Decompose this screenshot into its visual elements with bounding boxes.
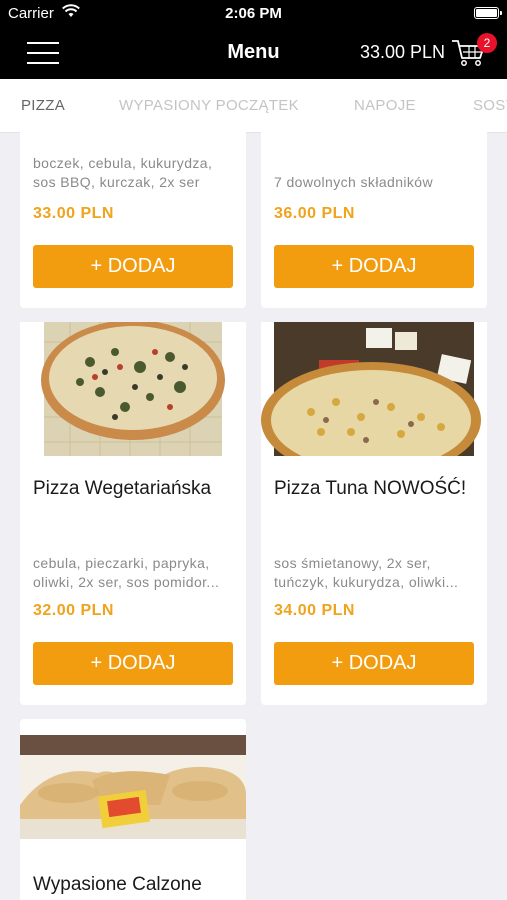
product-card: boczek, cebula, kukurydza, sos BBQ, kurc… <box>20 132 246 308</box>
product-image[interactable] <box>20 735 246 839</box>
category-tabs: PIZZA WYPASIONY POCZĄTEK NAPOJE SOSY <box>0 79 507 133</box>
product-card: Pizza Tuna NOWOŚĆ! sos śmietanowy, 2x se… <box>261 322 487 705</box>
status-bar: Carrier 2:06 PM <box>0 0 507 28</box>
tab-napoje[interactable]: NAPOJE <box>354 97 416 114</box>
product-description: boczek, cebula, kukurydza, sos BBQ, kurc… <box>33 155 213 190</box>
product-title: Wypasione Calzone <box>33 874 202 895</box>
battery-icon <box>474 7 502 19</box>
product-image[interactable] <box>261 322 487 456</box>
cart-total[interactable]: 33.00 PLN <box>360 42 445 63</box>
product-card: Pizza Wegetariańska cebula, pieczarki, p… <box>20 322 246 705</box>
add-to-cart-button[interactable]: + DODAJ <box>33 642 233 685</box>
product-price: 33.00 PLN <box>33 205 114 222</box>
product-card: Wypasione Calzone <box>20 719 246 900</box>
product-image[interactable] <box>20 322 246 456</box>
product-price: 34.00 PLN <box>274 602 355 619</box>
product-price: 32.00 PLN <box>33 602 114 619</box>
product-description: sos śmietanowy, 2x ser, tuńczyk, kukuryd… <box>274 555 459 590</box>
product-title: Pizza Wegetariańska <box>33 478 212 499</box>
add-to-cart-button[interactable]: + DODAJ <box>274 642 474 685</box>
product-grid: boczek, cebula, kukurydza, sos BBQ, kurc… <box>0 132 507 900</box>
add-to-cart-button[interactable]: + DODAJ <box>33 245 233 288</box>
product-description: 7 dowolnych składników <box>274 174 433 190</box>
cart-count-badge: 2 <box>477 33 497 53</box>
product-price: 36.00 PLN <box>274 205 355 222</box>
product-card: 7 dowolnych składników 36.00 PLN + DODAJ <box>261 132 487 308</box>
product-title: Pizza Tuna NOWOŚĆ! <box>274 478 467 499</box>
add-to-cart-button[interactable]: + DODAJ <box>274 245 474 288</box>
tab-sosy[interactable]: SOSY <box>473 97 507 114</box>
product-description: cebula, pieczarki, papryka, oliwki, 2x s… <box>33 555 220 590</box>
tab-wypasiony-poczatek[interactable]: WYPASIONY POCZĄTEK <box>119 97 299 114</box>
navigation-bar: Menu 33.00 PLN 2 <box>0 28 507 79</box>
clock: 2:06 PM <box>225 5 282 22</box>
tab-pizza[interactable]: PIZZA <box>21 97 65 114</box>
